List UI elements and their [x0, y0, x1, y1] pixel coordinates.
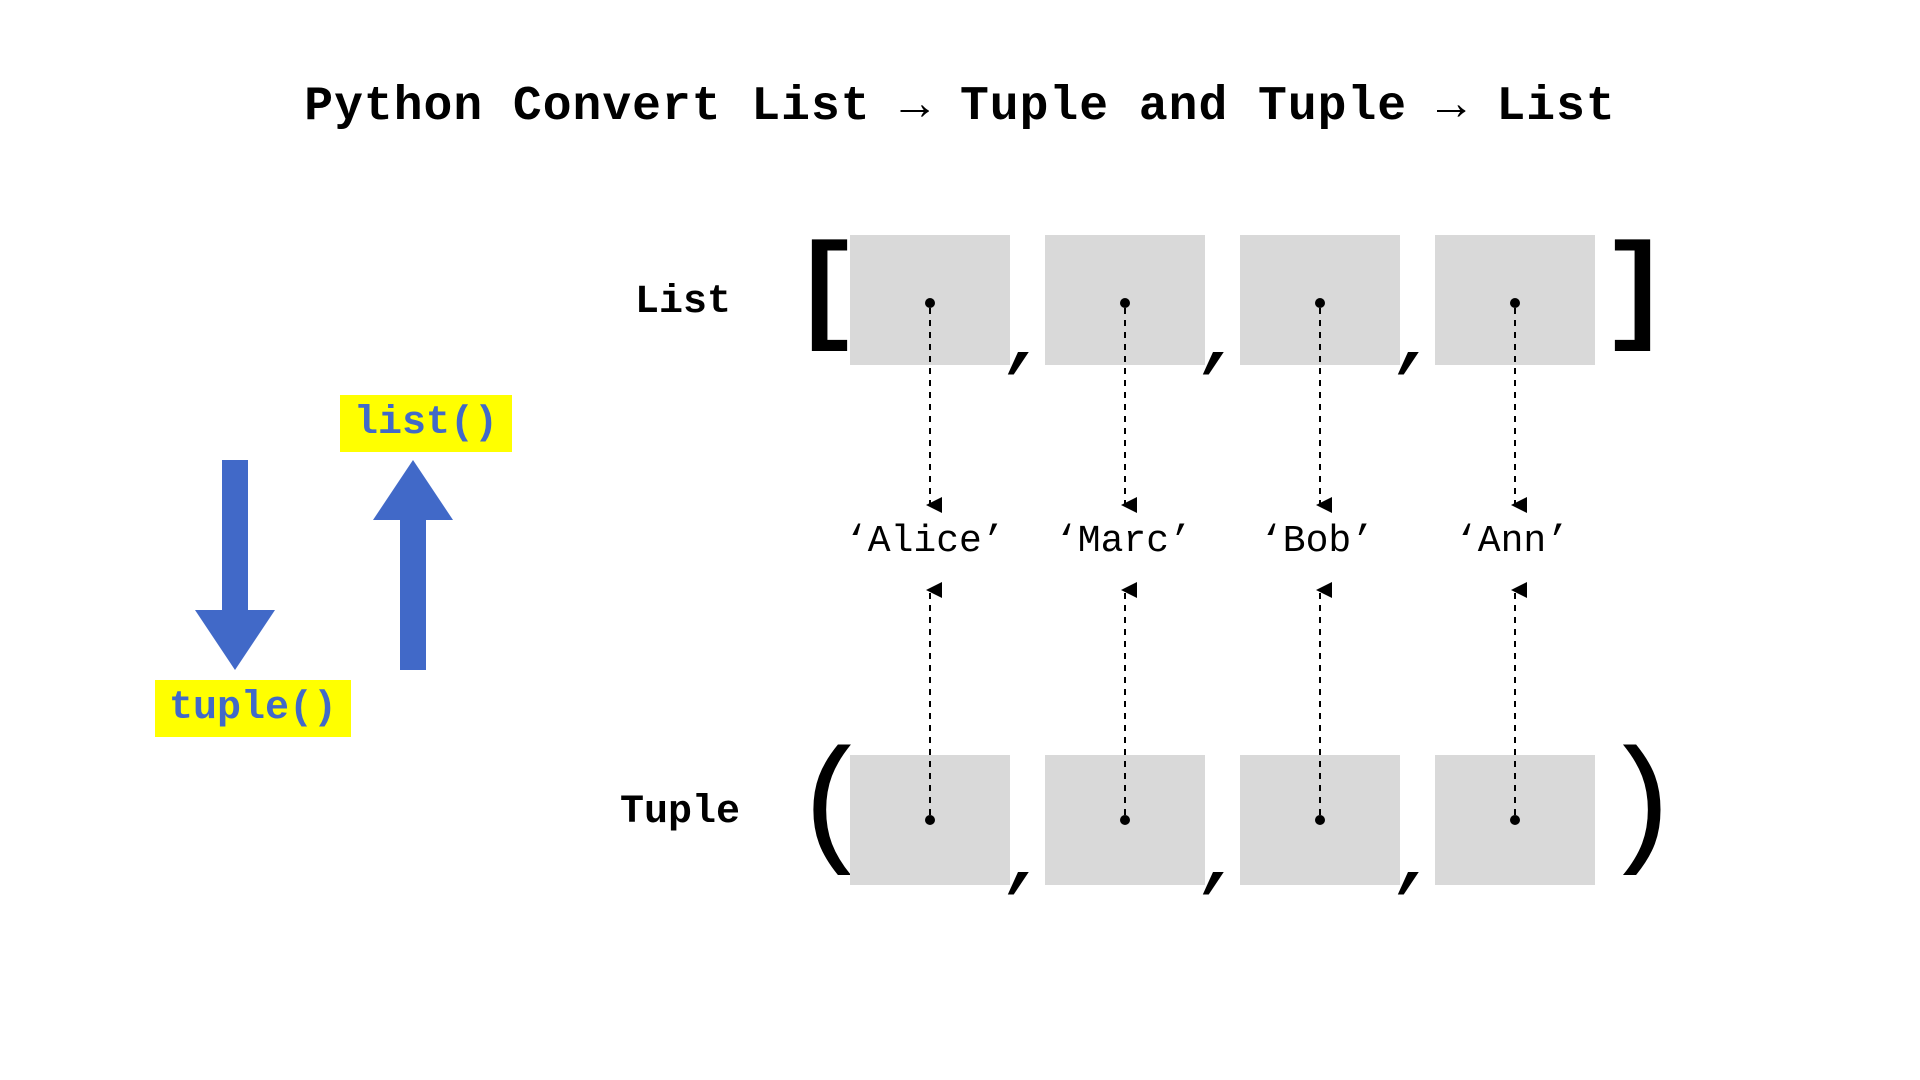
comma-icon: , [1395, 830, 1437, 900]
list-slot-0 [850, 235, 1010, 365]
comma-icon: , [1200, 830, 1242, 900]
arrow-up-icon [373, 460, 453, 670]
tuple-slot-2 [1240, 755, 1400, 885]
comma-icon: , [1005, 830, 1047, 900]
list-slot-3 [1435, 235, 1595, 365]
value-3: ‘Ann’ [1455, 520, 1569, 563]
arrow-down-icon [195, 460, 275, 670]
comma-icon: , [1395, 310, 1437, 380]
value-0: ‘Alice’ [845, 520, 1005, 563]
tuple-slot-0 [850, 755, 1010, 885]
badge-tuple-fn: tuple() [155, 680, 351, 737]
list-slot-2 [1240, 235, 1400, 365]
diagram-title: Python Convert List → Tuple and Tuple → … [0, 80, 1920, 134]
badge-list-fn: list() [340, 395, 512, 452]
value-2: ‘Bob’ [1260, 520, 1374, 563]
value-1: ‘Marc’ [1055, 520, 1192, 563]
comma-icon: , [1005, 310, 1047, 380]
comma-icon: , [1200, 310, 1242, 380]
label-list: List [635, 280, 731, 325]
tuple-slot-1 [1045, 755, 1205, 885]
list-slot-1 [1045, 235, 1205, 365]
close-paren: ) [1600, 740, 1684, 880]
tuple-slot-3 [1435, 755, 1595, 885]
label-tuple: Tuple [620, 790, 740, 835]
close-square-bracket: ] [1600, 235, 1672, 355]
